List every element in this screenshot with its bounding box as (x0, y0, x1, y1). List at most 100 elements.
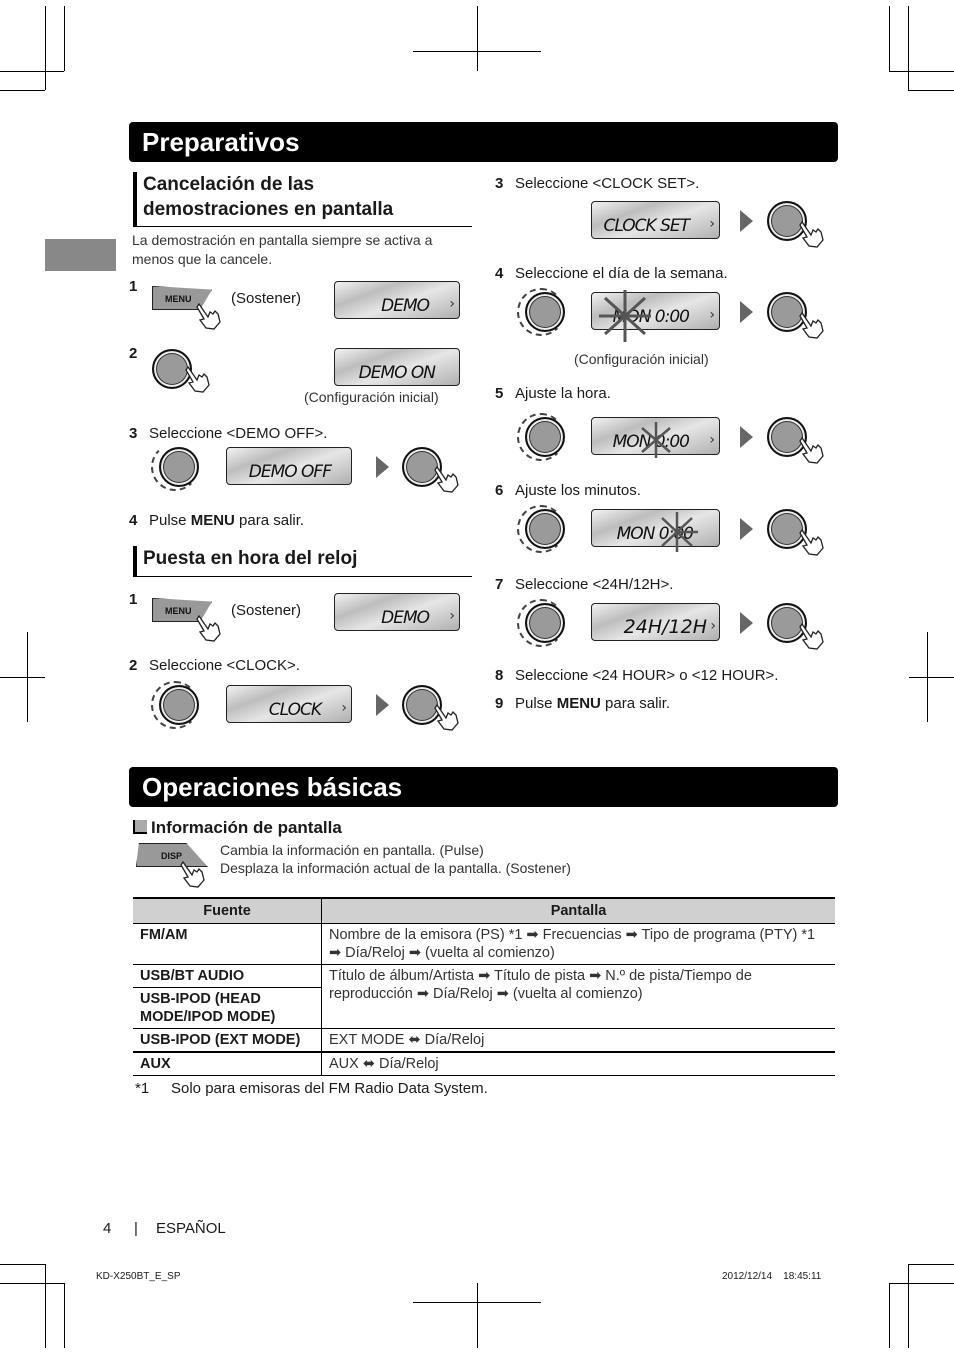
chevron-right-icon: › (710, 618, 716, 634)
hand-press-icon (799, 528, 824, 556)
display-cell: AUX ⬌ Día/Reloj (321, 1052, 835, 1076)
table-header-row: Fuente Pantalla (133, 897, 835, 924)
arrow-right-icon (376, 694, 389, 716)
crop-mark (45, 1264, 46, 1348)
source-cell: USB/BT AUDIO (133, 964, 322, 988)
arrow-right-icon (740, 518, 753, 540)
caption: (Configuración inicial) (574, 351, 709, 367)
hand-press-icon (799, 311, 824, 339)
square-bullet-icon (133, 820, 147, 834)
crop-mark (477, 6, 478, 71)
lcd-display: CLOCK SET › (591, 201, 720, 239)
crop-mark (45, 6, 46, 90)
blink-burst-icon (661, 512, 698, 552)
step-text: Pulse MENU para salir. (515, 695, 670, 712)
text-part: para salir. (234, 512, 305, 529)
chevron-right-icon: › (709, 216, 715, 232)
menu-label: MENU (190, 512, 235, 529)
footnote: Solo para emisoras del FM Radio Data Sys… (171, 1080, 488, 1097)
step-text: Ajuste la hora. (515, 385, 611, 402)
info-desc: Desplaza la información actual de la pan… (220, 860, 571, 876)
step-text: Ajuste los minutos. (515, 482, 641, 499)
crop-mark (909, 1264, 954, 1265)
crop-mark (908, 6, 909, 90)
control-knob[interactable] (525, 509, 565, 549)
crop-mark (413, 51, 541, 52)
section-title-preparativos: Preparativos (129, 122, 838, 162)
control-knob[interactable] (525, 292, 565, 332)
control-knob[interactable] (159, 447, 199, 487)
step-number: 4 (129, 512, 138, 529)
info-desc: Cambia la información en pantalla. (Puls… (220, 842, 484, 858)
text-part: Pulse (515, 695, 557, 712)
hand-press-icon (799, 622, 824, 650)
crop-mark (889, 6, 890, 71)
chevron-right-icon: › (449, 608, 455, 624)
source-cell: FM/AM (133, 923, 322, 965)
menu-label: MENU (556, 695, 601, 712)
source-cell: USB-IPOD (EXT MODE) (133, 1028, 322, 1053)
divider (133, 226, 472, 227)
hand-press-icon (196, 302, 221, 330)
step-text: Seleccione <24 HOUR> o <12 HOUR>. (515, 667, 779, 684)
lcd-text: 24H/12H (623, 616, 707, 638)
lcd-display: DEMO › (334, 281, 460, 319)
caption: (Configuración inicial) (304, 389, 439, 405)
step-text: Seleccione <DEMO OFF>. (149, 425, 328, 442)
lcd-text: DEMO OFF (248, 462, 332, 482)
step-text: Seleccione <CLOCK>. (149, 657, 300, 674)
display-cell: Nombre de la emisora (PS) *1 ➡ Frecuenci… (321, 923, 835, 965)
step-number: 1 (129, 591, 138, 608)
step-number: 3 (129, 425, 138, 442)
source-cell: AUX (133, 1052, 322, 1076)
step-number: 2 (129, 345, 138, 362)
intro-text: menos que la cancele. (132, 251, 273, 267)
step-number: 1 (129, 278, 138, 295)
step-number: 8 (495, 667, 504, 684)
hand-press-icon (799, 436, 824, 464)
table-row: FM/AM Nombre de la emisora (PS) *1 ➡ Fre… (133, 923, 835, 965)
subheading-info: Información de pantalla (133, 818, 342, 838)
crop-mark (0, 1264, 45, 1265)
crop-mark (889, 1283, 954, 1284)
text-part: para salir. (600, 695, 671, 712)
lcd-text: CLOCK (268, 700, 322, 720)
column-header: Fuente (133, 897, 322, 924)
footer-separator: | (134, 1220, 138, 1237)
step-number: 9 (495, 695, 504, 712)
crop-mark (0, 1283, 64, 1284)
arrow-right-icon (740, 210, 753, 232)
table-row: USB/BT AUDIO Título de álbum/Artista ➡ T… (133, 964, 835, 1029)
hand-press-icon (185, 365, 210, 393)
crop-mark (909, 677, 954, 678)
step-number: 3 (495, 175, 504, 192)
hand-press-icon (434, 465, 459, 493)
lcd-display: DEMO OFF (226, 447, 352, 485)
chevron-right-icon: › (449, 296, 455, 312)
blink-burst-icon (641, 422, 671, 458)
control-knob[interactable] (525, 417, 565, 457)
control-knob[interactable] (159, 685, 199, 725)
control-knob[interactable] (525, 603, 565, 643)
lcd-display: DEMO ON (334, 348, 460, 386)
footnote-mark: *1 (135, 1080, 150, 1097)
page-number: 4 (103, 1220, 112, 1237)
language-tab (45, 239, 116, 271)
step-number: 4 (495, 265, 504, 282)
step-number: 5 (495, 385, 504, 402)
crop-mark (413, 1302, 541, 1303)
display-cell: Título de álbum/Artista ➡ Título de pist… (321, 964, 835, 1029)
display-info-table: Fuente Pantalla FM/AM Nombre de la emiso… (133, 897, 835, 1076)
crop-mark (0, 677, 45, 678)
step-number: 6 (495, 482, 504, 499)
chevron-right-icon: › (709, 307, 715, 323)
column-header: Pantalla (321, 897, 835, 924)
lcd-text: CLOCK SET (603, 216, 690, 236)
crop-mark (908, 90, 954, 91)
hand-press-icon (799, 220, 824, 248)
footer-language: ESPAÑOL (156, 1220, 226, 1237)
crop-mark (889, 71, 954, 72)
source-cell: USB-IPOD (HEAD MODE/IPOD MODE) (133, 987, 322, 1029)
section-title-operaciones: Operaciones básicas (129, 767, 838, 807)
print-timestamp: 2012/12/14 18:45:11 (722, 1271, 822, 1282)
